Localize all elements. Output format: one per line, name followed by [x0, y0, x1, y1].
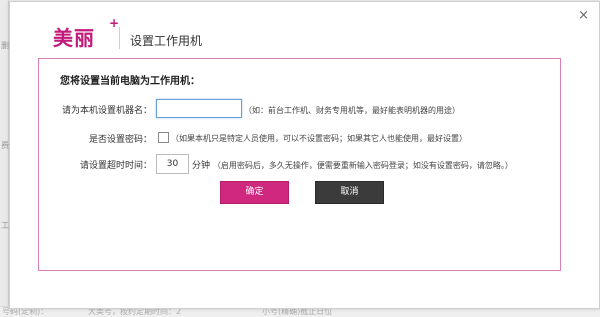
confirm-button[interactable]: 确定 [220, 181, 289, 204]
machine-name-input[interactable] [156, 99, 242, 118]
title-divider [119, 27, 120, 49]
timeout-hint: （启用密码后，多久无操作，便需要重新输入密码登录；如没有设置密码，请忽略。） [212, 161, 513, 170]
timeout-input[interactable]: 30 [156, 154, 189, 174]
machine-name-hint: （如：前台工作机、财务专用机等，最好能表明机器的用途） [244, 106, 460, 115]
close-icon[interactable]: × [578, 9, 589, 22]
cancel-button[interactable]: 取消 [315, 181, 384, 204]
settings-panel: 您将设置当前电脑为工作用机： 请为本机设置机器名： （如：前台工作机、财务专用机… [38, 58, 561, 271]
background-mark: 删 [1, 41, 9, 50]
password-hint: （如果本机只是特定人员使用，可以不设置密码；如果其它人也能使用，最好设置） [171, 134, 467, 143]
form-heading: 您将设置当前电脑为工作用机： [60, 76, 200, 87]
logo-plus-mark: + [109, 16, 120, 30]
machine-name-label: 请为本机设置机器名： [62, 106, 153, 116]
logo-text: 美丽 [53, 26, 95, 50]
timeout-label: 请设置超时时间： [80, 161, 153, 171]
brand-logo: 美丽 + [53, 16, 119, 50]
password-checkbox[interactable] [158, 132, 169, 143]
dialog-title: 设置工作用机 [130, 34, 203, 48]
workstation-dialog: × 美丽 + 设置工作用机 您将设置当前电脑为工作用机： 请为本机设置机器名： … [9, 1, 600, 309]
password-label: 是否设置密码： [89, 135, 153, 145]
background-mark: 费 [1, 141, 9, 150]
background-page-left-strip: 删 费 工 [0, 0, 9, 317]
background-mark: 工 [1, 221, 9, 230]
timeout-unit: 分钟 [192, 161, 211, 171]
